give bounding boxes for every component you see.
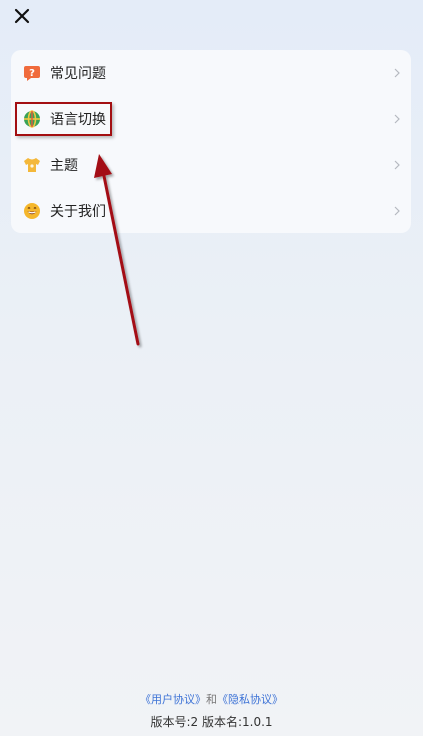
menu-item-about[interactable]: 关于我们 — [11, 188, 411, 234]
faq-icon: ? — [23, 64, 41, 82]
menu-item-label: 常见问题 — [50, 66, 106, 82]
smiley-icon — [23, 202, 41, 220]
menu-item-theme[interactable]: 主题 — [11, 142, 411, 188]
svg-text:?: ? — [29, 68, 35, 79]
annotation-highlight-box — [15, 102, 112, 136]
footer-conjunction: 和 — [206, 693, 217, 706]
chevron-right-icon — [394, 68, 400, 78]
privacy-agreement-link[interactable]: 《隐私协议》 — [217, 693, 283, 706]
version-info: 版本号:2 版本名:1.0.1 — [150, 715, 273, 729]
menu-item-label: 关于我们 — [50, 204, 106, 220]
chevron-right-icon — [394, 114, 400, 124]
shirt-icon — [23, 156, 41, 174]
close-button[interactable] — [10, 4, 34, 28]
user-agreement-link[interactable]: 《用户协议》 — [140, 693, 206, 706]
settings-menu-card: ? 常见问题 语言切换 主题 关于我们 — [11, 50, 411, 233]
chevron-right-icon — [394, 160, 400, 170]
menu-item-label: 主题 — [50, 158, 78, 174]
footer-agreements: 《用户协议》和《隐私协议》 — [0, 691, 423, 707]
close-icon — [14, 8, 30, 24]
chevron-right-icon — [394, 206, 400, 216]
menu-item-faq[interactable]: ? 常见问题 — [11, 50, 411, 96]
